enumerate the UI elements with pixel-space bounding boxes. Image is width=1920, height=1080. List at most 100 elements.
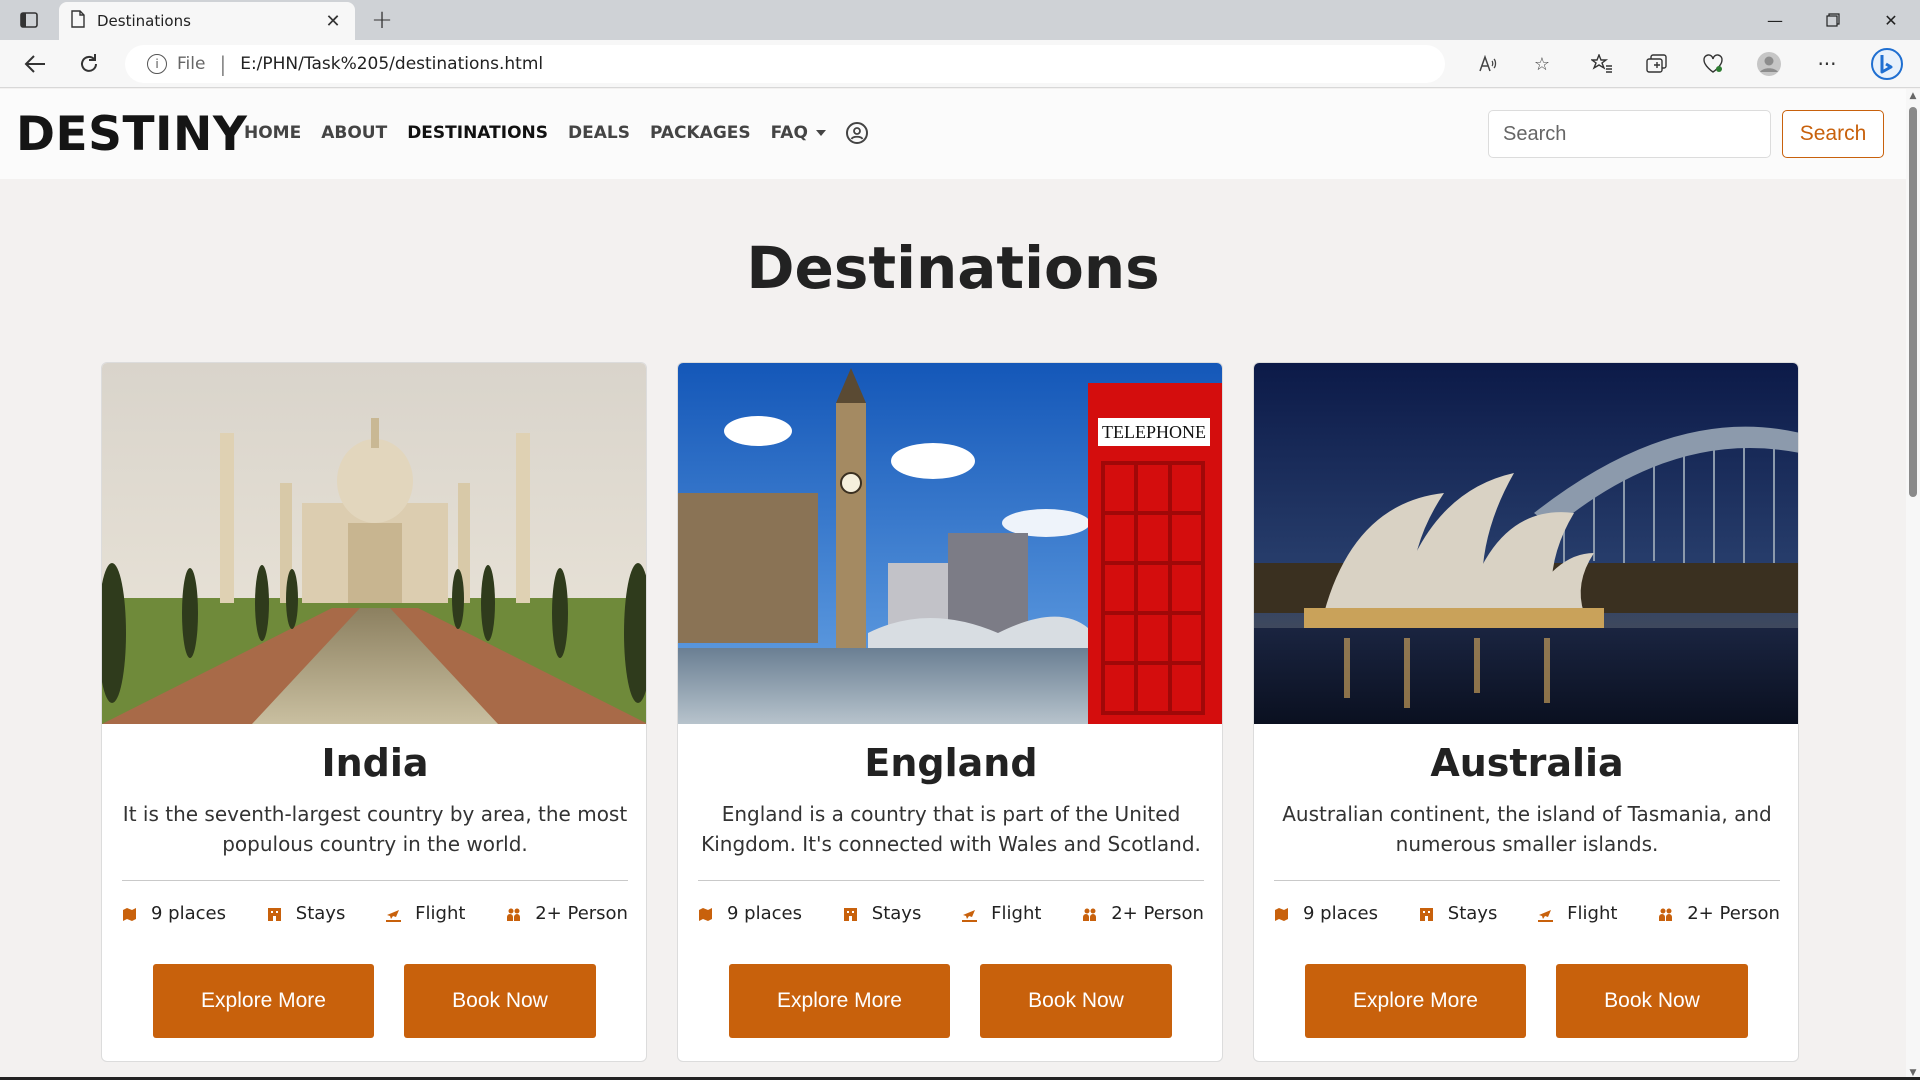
browser-tab[interactable]: Destinations ✕ [59,2,355,40]
feature-stays: Stays [1419,903,1498,924]
feature-flight: Flight [386,903,465,924]
divider [122,880,628,881]
card-title: India [321,741,429,785]
browser-toolbar: i File | E:/PHN/Task%205/destinations.ht… [0,40,1920,88]
more-options-icon[interactable]: ··· [1811,49,1843,79]
feature-label: 9 places [151,903,226,924]
feature-places: 9 places [698,903,802,924]
explore-more-button[interactable]: Explore More [1305,964,1526,1038]
read-aloud-icon[interactable] [1473,45,1503,83]
nav-home[interactable]: HOME [244,123,301,143]
new-tab-button[interactable]: + [368,5,396,35]
feature-persons: 2+ Person [1082,903,1204,924]
caret-down-icon [815,130,826,136]
close-tab-icon[interactable]: ✕ [323,11,343,32]
search-button[interactable]: Search [1782,110,1884,158]
favorite-star-icon[interactable]: ☆ [1527,45,1557,83]
book-now-button[interactable]: Book Now [1556,964,1748,1038]
nav-destinations[interactable]: DESTINATIONS [407,123,548,143]
minimize-button[interactable]: — [1750,6,1800,34]
people-icon [1658,906,1673,921]
info-icon[interactable]: i [147,54,167,74]
url-text[interactable]: E:/PHN/Task%205/destinations.html [240,54,543,74]
building-icon [1419,906,1434,921]
map-pin-icon [1274,906,1289,921]
feature-persons: 2+ Person [506,903,628,924]
building-icon [843,906,858,921]
card-title: Australia [1430,741,1624,785]
plane-icon [386,906,402,922]
people-icon [1082,906,1097,921]
refresh-icon[interactable] [74,49,104,79]
user-account-icon[interactable] [845,122,868,144]
feature-label: Flight [1567,903,1618,924]
card-features: 9 places Stays Flight 2+ Person [1274,903,1780,924]
london-image: TELEPHONE [678,363,1222,724]
divider [698,880,1204,881]
destination-card-australia: Australia Australian continent, the isla… [1253,362,1799,1062]
nav-faq-label: FAQ [770,123,808,143]
feature-label: Stays [295,903,346,924]
divider [1274,880,1780,881]
address-bar[interactable]: i File | E:/PHN/Task%205/destinations.ht… [125,45,1550,83]
card-description: It is the seventh-largest country by are… [122,802,628,856]
book-now-button[interactable]: Book Now [404,964,596,1038]
url-separator: | [219,52,227,76]
profile-avatar-icon[interactable] [1753,49,1785,79]
map-pin-icon [122,906,137,921]
feature-label: Flight [991,903,1042,924]
destination-card-england: TELEPHONE England England is a country t… [677,362,1223,1062]
scrollbar-thumb[interactable] [1909,107,1917,497]
feature-label: 2+ Person [535,903,628,924]
feature-label: 2+ Person [1111,903,1204,924]
feature-label: Stays [1447,903,1498,924]
web-page: DESTINY HOME ABOUT DESTINATIONS DEALS PA… [0,89,1906,1080]
card-description: England is a country that is part of the… [701,802,1201,856]
people-icon [506,906,521,921]
feature-persons: 2+ Person [1658,903,1780,924]
explore-more-button[interactable]: Explore More [729,964,950,1038]
card-features: 9 places Stays Flight 2+ Person [698,903,1204,924]
brand-logo[interactable]: DESTINY [16,107,247,162]
building-icon [267,906,282,921]
browser-essentials-icon[interactable] [1697,49,1729,79]
nav-deals[interactable]: DEALS [568,123,630,143]
book-now-button[interactable]: Book Now [980,964,1172,1038]
feature-label: 9 places [727,903,802,924]
search-input[interactable] [1488,110,1771,158]
feature-stays: Stays [843,903,922,924]
url-scheme: File [177,54,206,74]
feature-label: Stays [871,903,922,924]
nav-links: HOME ABOUT DESTINATIONS DEALS PACKAGES F… [244,122,868,144]
plane-icon [1538,906,1554,922]
restore-button[interactable] [1808,6,1858,34]
explore-more-button[interactable]: Explore More [153,964,374,1038]
nav-faq-dropdown[interactable]: FAQ [771,123,826,143]
destination-card-india: India It is the seventh-largest country … [101,362,647,1062]
site-navbar: DESTINY HOME ABOUT DESTINATIONS DEALS PA… [0,89,1906,179]
sydney-opera-house-image [1254,363,1798,724]
tab-title: Destinations [97,12,191,30]
telephone-sign: TELEPHONE [1102,422,1206,442]
card-features: 9 places Stays Flight 2+ Person [122,903,628,924]
copilot-icon[interactable] [1868,48,1906,80]
scroll-up-arrow-icon[interactable]: ▲ [1906,89,1920,103]
feature-label: 2+ Person [1687,903,1780,924]
feature-places: 9 places [1274,903,1378,924]
card-description: Australian continent, the island of Tasm… [1282,802,1772,856]
back-arrow-icon[interactable] [20,49,50,79]
favorites-icon[interactable] [1586,49,1618,79]
feature-places: 9 places [122,903,226,924]
nav-packages[interactable]: PACKAGES [650,123,751,143]
plane-icon [962,906,978,922]
feature-flight: Flight [1538,903,1617,924]
page-title: Destinations [746,234,1160,302]
tab-actions-icon[interactable] [18,9,40,31]
close-window-button[interactable]: ✕ [1866,6,1916,34]
nav-about[interactable]: ABOUT [321,123,387,143]
collections-icon[interactable] [1641,49,1673,79]
feature-stays: Stays [267,903,346,924]
feature-flight: Flight [962,903,1041,924]
taj-mahal-image [102,363,646,724]
page-scrollbar[interactable]: ▲ ▼ [1906,89,1920,1080]
